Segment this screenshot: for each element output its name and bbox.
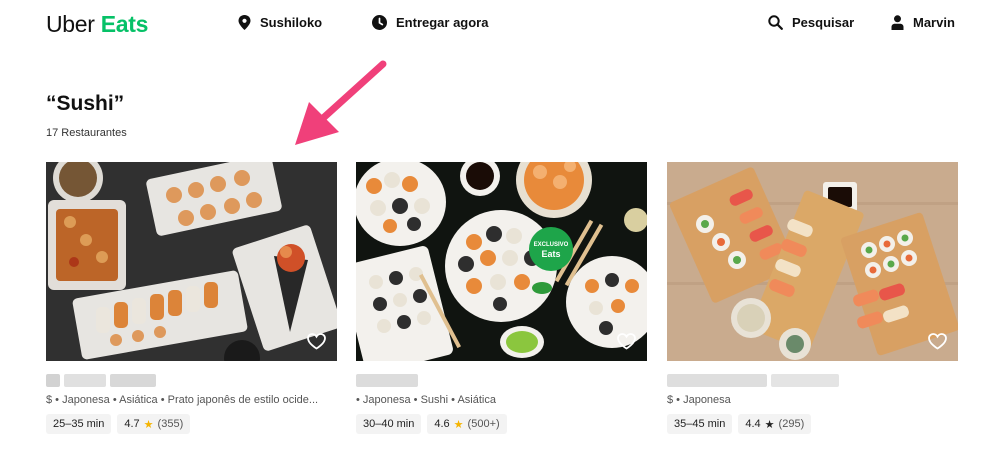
restaurant-image[interactable] [46,162,337,361]
restaurant-name-redacted[interactable] [46,374,156,387]
rating-badge: 4.6 ★ (500+) [427,414,507,434]
annotation-arrow-icon [295,60,387,145]
top-navbar: Uber Eats Sushiloko Entregar agora Pesqu… [0,0,984,50]
restaurant-name-redacted[interactable] [667,374,839,387]
user-name: Marvin [913,15,955,30]
delivery-time-selector[interactable]: Entregar agora [372,15,488,30]
logo-text-uber: Uber [46,11,95,37]
sushi-photo [667,162,958,361]
rating-value: 4.4 [745,418,761,430]
sushi-photo [46,162,337,361]
restaurant-card[interactable]: $ • Japonesa • Asiática • Prato japonês … [46,162,337,434]
location-pin-icon [238,15,251,30]
delivery-time-badge: 30–40 min [356,414,422,434]
rating-badge: 4.4 ★ (295) [738,414,812,434]
delivery-time: 25–35 min [53,418,105,430]
review-count: (295) [778,418,805,430]
sushi-photo: EXCLUSIVO Eats [356,162,647,361]
rating-value: 4.6 [434,418,450,430]
location-label: Sushiloko [260,15,323,30]
exclusive-badge-text: EXCLUSIVO [534,242,569,248]
restaurant-image[interactable] [667,162,958,361]
delivery-time: 30–40 min [363,418,415,430]
account-button[interactable]: Marvin [891,15,955,30]
search-icon [768,15,783,30]
review-count: (500+) [467,418,500,430]
restaurant-image[interactable]: EXCLUSIVO Eats [356,162,647,361]
restaurant-card[interactable]: EXCLUSIVO Eats • Japonesa • Sushi • Asiá… [356,162,647,434]
logo-text-eats: Eats [100,11,149,37]
review-count: (355) [157,418,184,430]
clock-icon [372,15,387,30]
restaurant-info-pills: 25–35 min 4.7 ★ (355) [46,414,191,434]
delivery-label: Entregar agora [396,15,489,30]
restaurant-card[interactable]: $ • Japonesa 35–45 min 4.4 ★ (295) [667,162,958,434]
delivery-time-badge: 35–45 min [667,414,733,434]
user-icon [891,15,904,30]
restaurant-info-pills: 35–45 min 4.4 ★ (295) [667,414,812,434]
star-icon: ★ [764,418,775,431]
delivery-time-badge: 25–35 min [46,414,112,434]
uber-eats-logo[interactable]: Uber Eats [46,11,148,38]
rating-badge: 4.7 ★ (355) [117,414,191,434]
result-count: 17 Restaurantes [46,127,127,139]
search-button[interactable]: Pesquisar [768,15,854,30]
star-icon: ★ [143,418,154,431]
restaurant-categories: $ • Japonesa [667,394,731,406]
location-selector[interactable]: Sushiloko [238,15,322,30]
search-label: Pesquisar [792,15,855,30]
exclusive-badge-eats: Eats [541,249,560,259]
restaurant-categories: $ • Japonesa • Asiática • Prato japonês … [46,394,319,406]
restaurant-categories: • Japonesa • Sushi • Asiática [356,394,496,406]
restaurant-info-pills: 30–40 min 4.6 ★ (500+) [356,414,507,434]
rating-value: 4.7 [124,418,140,430]
delivery-time: 35–45 min [674,418,726,430]
heart-icon[interactable] [928,333,947,350]
restaurant-name-redacted[interactable] [356,374,418,387]
heart-icon[interactable] [617,333,636,350]
star-icon: ★ [453,418,464,431]
search-title: “Sushi” [46,92,125,115]
heart-icon[interactable] [307,333,326,350]
